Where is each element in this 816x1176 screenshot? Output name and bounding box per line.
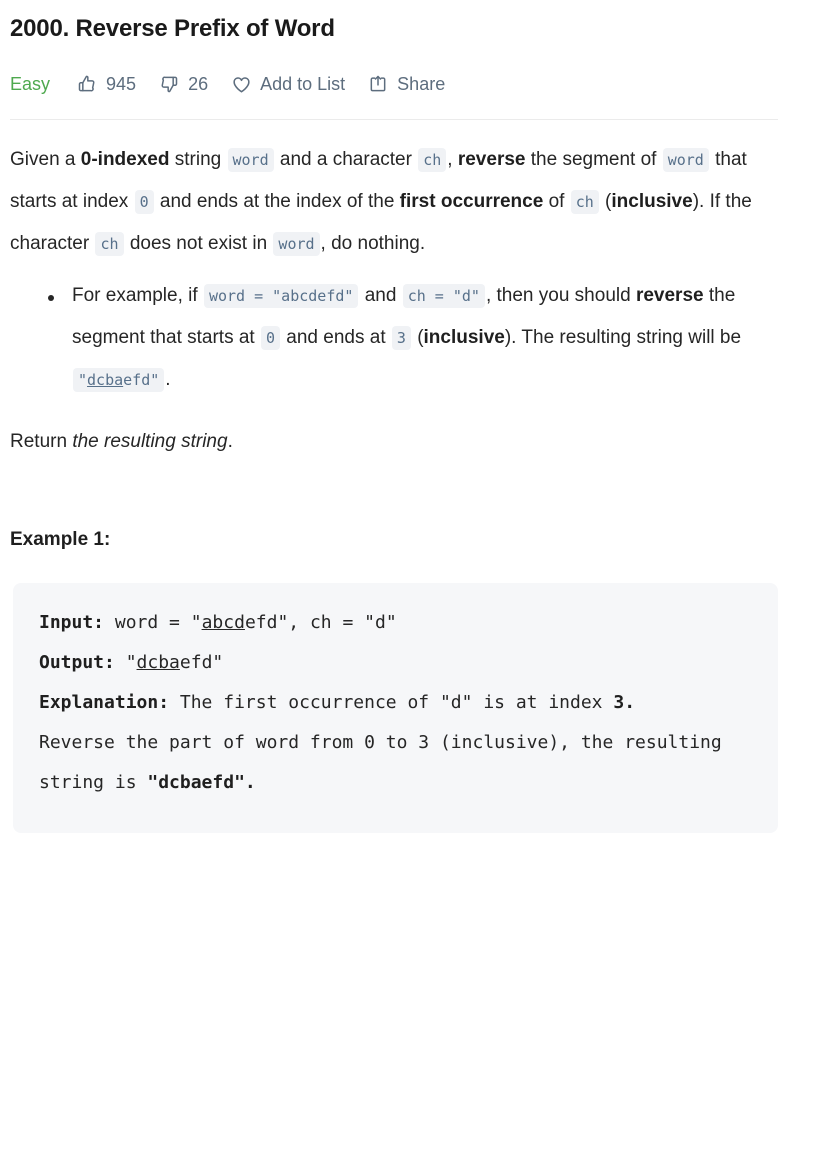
desc-text: , <box>447 149 458 170</box>
thumbs-down-icon <box>158 73 180 95</box>
desc-text: ( <box>411 327 424 348</box>
inline-code-ch: ch <box>570 190 599 214</box>
share-label: Share <box>397 73 446 94</box>
dislike-count: 26 <box>188 73 209 94</box>
input-pre: word = " <box>104 612 202 633</box>
desc-text: , do nothing. <box>320 233 426 254</box>
code-quote: " <box>78 371 88 389</box>
inline-code-ch: ch <box>95 232 124 256</box>
desc-text: does not exist in <box>124 233 273 254</box>
inline-code-word: word <box>273 232 320 256</box>
explanation-label: Explanation: <box>39 692 170 713</box>
desc-text: ( <box>599 191 612 212</box>
page-title: 2000. Reverse Prefix of Word <box>10 15 335 42</box>
desc-bold-inclusive: inclusive <box>423 327 505 348</box>
add-to-list-label: Add to List <box>260 73 346 94</box>
example-1-codeblock: Input: word = "abcdefd", ch = "d" Output… <box>13 583 778 833</box>
share-icon <box>367 73 389 95</box>
output-post: efd" <box>179 652 224 673</box>
inline-code-word: word <box>227 148 274 172</box>
desc-bold-reverse: reverse <box>457 149 526 170</box>
description-paragraph-1: Given a 0-indexed string word and a char… <box>10 139 780 265</box>
problem-meta-row: Easy 945 26 Add to List Share <box>10 70 806 98</box>
thumbs-up-icon <box>76 73 98 95</box>
code-underlined-segment: dcba <box>87 371 124 389</box>
desc-italic-resulting-string: the resulting string <box>72 431 228 452</box>
desc-text: the segment of <box>525 149 662 170</box>
output-pre: " <box>114 652 137 673</box>
explanation-text-1: The first occurrence of "d" is at index <box>169 692 614 713</box>
desc-text: For example, if <box>72 285 203 306</box>
desc-text: . <box>227 431 233 452</box>
desc-text: and ends at <box>281 327 391 348</box>
dislike-button[interactable]: 26 <box>158 73 208 95</box>
description-paragraph-2: Return the resulting string. <box>10 421 780 463</box>
explanation-text-2: Reverse the part of word from 0 to 3 (in… <box>39 732 722 793</box>
list-item: For example, if word = "abcdefd" and ch … <box>48 275 780 401</box>
input-underlined-segment: abcd <box>201 612 245 633</box>
like-count: 945 <box>106 73 137 94</box>
example-1-heading: Example 1: <box>10 529 111 550</box>
input-label: Input: <box>39 612 105 633</box>
inline-code-word-assign: word = "abcdefd" <box>203 284 359 308</box>
problem-description: Given a 0-indexed string word and a char… <box>10 139 780 833</box>
header-divider <box>10 119 778 120</box>
heart-icon <box>230 73 252 95</box>
desc-text: ). The resulting string will be <box>504 327 742 348</box>
desc-bold-inclusive: inclusive <box>611 191 693 212</box>
desc-text: Return <box>10 431 73 452</box>
add-to-list-button[interactable]: Add to List <box>230 73 345 95</box>
code-rest: efd" <box>123 371 160 389</box>
desc-bold-first-occurrence: first occurrence <box>399 191 544 212</box>
inline-code-word: word <box>662 148 709 172</box>
like-button[interactable]: 945 <box>76 73 136 95</box>
description-bullet-list: For example, if word = "abcdefd" and ch … <box>10 275 780 401</box>
desc-text: and ends at the index of the <box>154 191 400 212</box>
share-button[interactable]: Share <box>367 73 445 95</box>
inline-code-result-string: "dcbaefd" <box>73 368 165 392</box>
explanation-bold-result: "dcbaefd". <box>147 772 256 793</box>
desc-bold-0-indexed: 0-indexed <box>80 149 170 170</box>
explanation-bold-index: 3. <box>613 692 636 713</box>
desc-text: and <box>359 285 402 306</box>
difficulty-badge: Easy <box>10 73 51 94</box>
output-label: Output: <box>39 652 115 673</box>
desc-bold-reverse: reverse <box>635 285 704 306</box>
inline-code-zero: 0 <box>260 326 281 350</box>
desc-text: Given a <box>10 149 81 170</box>
desc-text: and a character <box>274 149 418 170</box>
inline-code-zero: 0 <box>134 190 154 214</box>
input-post: efd", ch = "d" <box>244 612 397 633</box>
inline-code-ch-assign: ch = "d" <box>402 284 485 308</box>
desc-text: , then you should <box>485 285 636 306</box>
inline-code-ch: ch <box>418 148 447 172</box>
output-underlined-segment: dcba <box>136 652 180 673</box>
desc-text: string <box>169 149 227 170</box>
problem-page: 2000. Reverse Prefix of Word Easy 945 26 <box>0 14 816 833</box>
desc-text: . <box>165 369 171 390</box>
inline-code-three: 3 <box>391 326 411 350</box>
desc-text: of <box>543 191 570 212</box>
